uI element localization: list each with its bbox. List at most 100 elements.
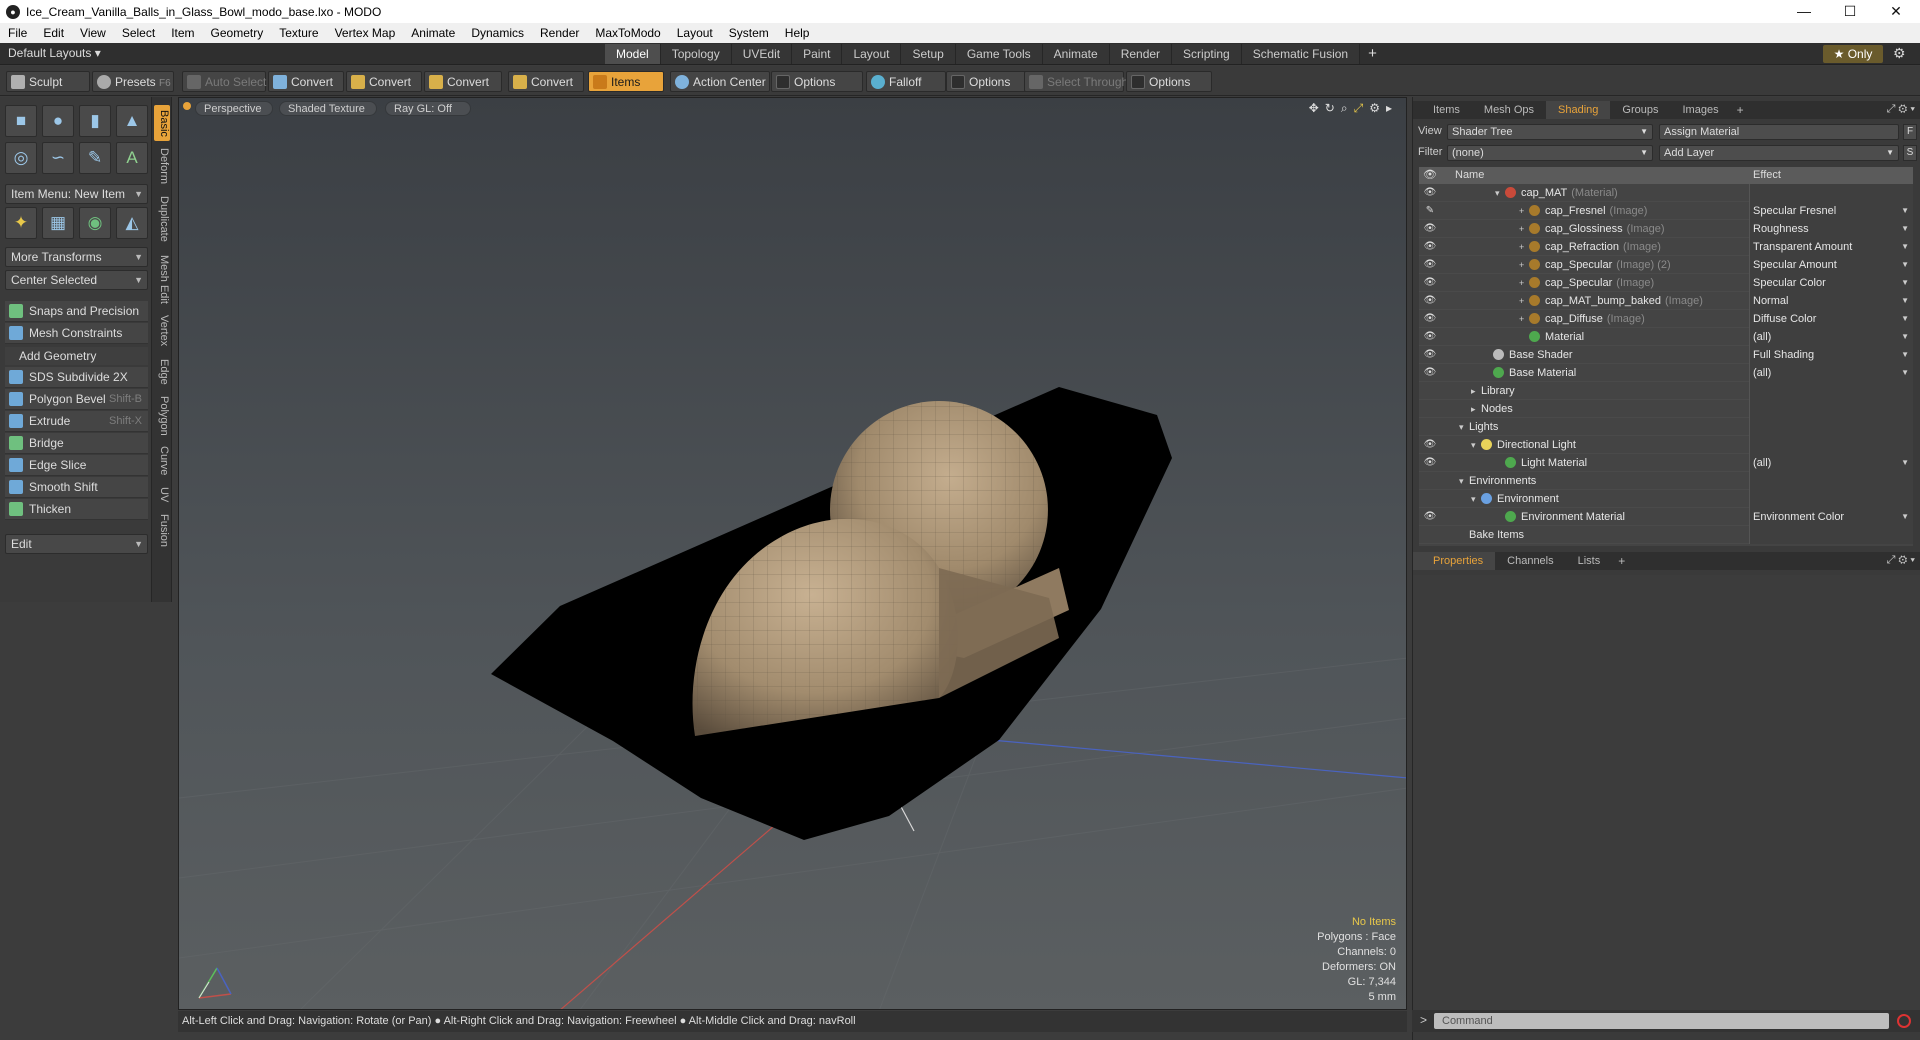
tree-row[interactable]: 👁 + cap_Specular (Image) (2) Specular Amount… — [1419, 256, 1913, 274]
tab-game-tools[interactable]: Game Tools — [955, 44, 1043, 64]
visibility-eye-icon[interactable]: 👁 — [1423, 256, 1437, 274]
tube-icon[interactable]: ∽ — [42, 142, 74, 174]
visibility-eye-icon[interactable]: 👁 — [1423, 238, 1437, 256]
zoom-icon[interactable]: ⌕ — [1341, 101, 1348, 116]
falloff-button[interactable]: Falloff — [866, 71, 946, 92]
tab-schematic-fusion[interactable]: Schematic Fusion — [1241, 44, 1361, 64]
raygl-button[interactable]: Ray GL: Off — [385, 101, 471, 116]
tree-row[interactable]: ▾ Lights — [1419, 418, 1913, 436]
cube-icon[interactable]: ■ — [5, 105, 37, 137]
effect-cell[interactable]: Diffuse Color ▼ — [1749, 310, 1913, 328]
expand-icon[interactable]: + — [1519, 310, 1529, 328]
visibility-eye-icon[interactable]: 👁 — [1423, 508, 1437, 526]
tree-row[interactable]: 👁 ▾ cap_MAT (Material) — [1419, 184, 1913, 202]
tool-edge-slice[interactable]: Edge Slice — [5, 455, 148, 476]
menu-view[interactable]: View — [72, 26, 114, 40]
tab-properties[interactable]: Properties — [1413, 552, 1496, 570]
cylinder-icon[interactable]: ▮ — [79, 105, 111, 137]
menu-maxtomodo[interactable]: MaxToModo — [587, 26, 668, 40]
effect-cell[interactable]: Specular Color ▼ — [1749, 274, 1913, 292]
tab-setup[interactable]: Setup — [901, 44, 956, 64]
tree-row[interactable]: ▾ Environments — [1419, 472, 1913, 490]
visibility-eye-icon[interactable]: 👁 — [1423, 274, 1437, 292]
effect-cell[interactable] — [1749, 418, 1913, 436]
menu-file[interactable]: File — [0, 26, 35, 40]
visibility-eye-icon[interactable]: 👁 — [1423, 184, 1437, 202]
tool-polygon-bevel[interactable]: Polygon Bevel Shift-B — [5, 389, 148, 410]
effect-cell[interactable] — [1749, 490, 1913, 508]
vtab-mesh-edit[interactable]: Mesh Edit — [154, 251, 170, 307]
convert-button-1[interactable]: Convert — [268, 71, 344, 92]
tab-model[interactable]: Model — [605, 44, 661, 64]
convert-button-4[interactable]: Convert — [508, 71, 584, 92]
effect-cell[interactable]: (all) ▼ — [1749, 454, 1913, 472]
tree-row[interactable]: 👁 Material (all) ▼ — [1419, 328, 1913, 346]
text-icon[interactable]: A — [116, 142, 148, 174]
effect-cell[interactable] — [1749, 184, 1913, 202]
pan-icon[interactable]: ✥ — [1309, 101, 1319, 116]
tab-shading[interactable]: Shading — [1546, 101, 1611, 119]
vtab-deform[interactable]: Deform — [154, 145, 170, 187]
expand-icon[interactable]: + — [1519, 238, 1529, 256]
effect-cell[interactable]: (all) ▼ — [1749, 328, 1913, 346]
menu-dynamics[interactable]: Dynamics — [463, 26, 532, 40]
tab-uvedit[interactable]: UVEdit — [731, 44, 793, 64]
tree-row[interactable]: 👁 + cap_Specular (Image) Specular Color ▼ — [1419, 274, 1913, 292]
tab-topology[interactable]: Topology — [660, 44, 732, 64]
default-layouts-dropdown[interactable]: Default Layouts ▾ — [8, 46, 101, 60]
tab-mesh-ops[interactable]: Mesh Ops — [1472, 101, 1546, 119]
effect-cell[interactable]: Transparent Amount ▼ — [1749, 238, 1913, 256]
convert-button-3[interactable]: Convert — [424, 71, 502, 92]
globe-icon[interactable]: ◉ — [79, 207, 111, 239]
properties-expand-icon[interactable]: ⤢ ⚙ ▾ — [1887, 554, 1915, 567]
s-button[interactable]: S — [1903, 145, 1917, 161]
expand-icon[interactable]: + — [1519, 220, 1529, 238]
visibility-eye-icon[interactable]: 👁 — [1423, 220, 1437, 238]
vtab-curve[interactable]: Curve — [154, 443, 170, 479]
expand-icon[interactable]: ▾ — [1471, 436, 1481, 454]
panel-expand-icon[interactable]: ⤢ ⚙ ▾ — [1887, 103, 1915, 116]
convert-button-2[interactable]: Convert — [346, 71, 422, 92]
visibility-eye-icon[interactable]: 👁 — [1423, 292, 1437, 310]
f-button[interactable]: F — [1903, 124, 1917, 140]
falloff-options-button[interactable]: Options — [946, 71, 1028, 92]
effect-column-header[interactable]: Effect — [1753, 169, 1781, 181]
menu-vertex-map[interactable]: Vertex Map — [327, 26, 404, 40]
tree-row[interactable]: 👁 Base Shader Full Shading ▼ — [1419, 346, 1913, 364]
prism-icon[interactable]: ◭ — [116, 207, 148, 239]
vtab-vertex[interactable]: Vertex — [154, 311, 170, 351]
tool-smooth-shift[interactable]: Smooth Shift — [5, 477, 148, 498]
effect-cell[interactable] — [1749, 382, 1913, 400]
add-properties-tab-button[interactable]: + — [1612, 552, 1631, 570]
expand-icon[interactable]: + — [1519, 274, 1529, 292]
effect-cell[interactable]: Normal ▼ — [1749, 292, 1913, 310]
effect-cell[interactable] — [1749, 526, 1913, 544]
add-tab-button[interactable]: + — [1360, 44, 1385, 64]
tree-row[interactable]: 👁 ▾ Directional Light — [1419, 436, 1913, 454]
expand-icon[interactable]: ▸ — [1471, 382, 1481, 400]
name-column-header[interactable]: Name — [1455, 169, 1484, 181]
expand-icon[interactable]: + — [1519, 256, 1529, 274]
tree-row[interactable]: ✎ + cap_Fresnel (Image) Specular Fresnel ▼ — [1419, 202, 1913, 220]
tab-channels[interactable]: Channels — [1495, 552, 1565, 570]
more-transforms-dropdown[interactable]: More Transforms ▼ — [5, 247, 148, 267]
tree-row[interactable]: ▸ Nodes — [1419, 400, 1913, 418]
effect-cell[interactable]: Roughness ▼ — [1749, 220, 1913, 238]
expand-icon[interactable]: + — [1519, 292, 1529, 310]
menu-layout[interactable]: Layout — [669, 26, 721, 40]
tree-row[interactable]: 👁 + cap_Refraction (Image) Transparent Amoun… — [1419, 238, 1913, 256]
effect-cell[interactable]: Full Shading ▼ — [1749, 346, 1913, 364]
command-input[interactable]: Command — [1434, 1013, 1889, 1029]
shaded-texture-button[interactable]: Shaded Texture — [279, 101, 377, 116]
tab-paint[interactable]: Paint — [792, 44, 843, 64]
presets-button[interactable]: Presets F6 — [92, 71, 174, 92]
menu-render[interactable]: Render — [532, 26, 587, 40]
cone-icon[interactable]: ▲ — [116, 105, 148, 137]
add-geometry-header[interactable]: Add Geometry — [5, 347, 148, 365]
grid-icon[interactable]: ▦ — [42, 207, 74, 239]
tool-thicken[interactable]: Thicken — [5, 499, 148, 520]
visibility-eye-icon[interactable]: 👁 — [1423, 346, 1437, 364]
select-through-button[interactable]: Select Through — [1024, 71, 1128, 92]
menu-system[interactable]: System — [721, 26, 777, 40]
tree-row[interactable]: 👁 + cap_Glossiness (Image) Roughness ▼ — [1419, 220, 1913, 238]
